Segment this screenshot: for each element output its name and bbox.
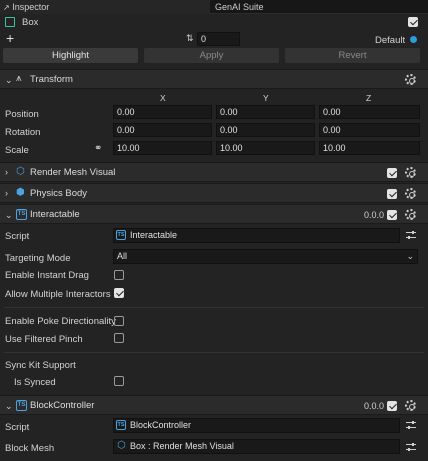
mesh-icon: ⬡ [16,166,25,177]
object-icon [5,17,15,27]
position-y-field[interactable]: 0.00 [216,105,315,119]
axis-y-label: Y [263,93,269,103]
interactable-title: Interactable [30,209,80,220]
scale-z-field[interactable]: 10.00 [319,141,420,155]
divider [4,352,424,353]
block-mesh-value: Box : Render Mesh Visual [130,441,234,451]
typescript-icon: TS [116,230,126,240]
interactable-script-label: Script [5,231,30,242]
render-mesh-enabled-checkbox[interactable] [387,168,397,178]
scale-y-field[interactable]: 10.00 [216,141,315,155]
block-script-value: BlockController [130,420,192,430]
apply-button[interactable]: Apply [144,48,279,63]
chevron-down-icon: ⌄ [5,210,13,220]
filtered-pinch-label: Use Filtered Pinch [5,334,83,345]
chevron-right-icon: › [5,167,8,177]
gear-icon[interactable] [405,400,416,411]
position-x-field[interactable]: 0.00 [113,105,212,119]
link-icon[interactable]: ⚭ [94,143,102,154]
transform-title: Transform [30,74,73,85]
chevron-down-icon: ⌄ [406,251,414,261]
revert-button[interactable]: Revert [285,48,420,63]
typescript-icon: TS [16,209,27,220]
rotation-y-field[interactable]: 0.00 [216,123,315,137]
scale-label: Scale [5,145,29,156]
object-enabled-checkbox[interactable] [408,17,418,27]
instant-drag-label: Enable Instant Drag [5,270,89,281]
is-synced-label: Is Synced [14,377,56,388]
position-label: Position [5,109,39,120]
rotation-x-field[interactable]: 0.00 [113,123,212,137]
axis-x-label: X [160,93,166,103]
gear-icon[interactable] [405,74,416,85]
chevron-down-icon: ⌄ [5,401,13,411]
highlight-button[interactable]: Highlight [3,48,138,63]
tab-inspector-label: Inspector [12,2,50,12]
multiple-interactors-label: Allow Multiple Interactors [5,289,111,300]
panel-tabs: ↗ Inspector GenAI Suite [0,0,428,14]
interactable-script-field[interactable]: TS Interactable [113,228,400,243]
layer-sort-icon: ⇅ [186,33,194,43]
layer-label[interactable]: Default [375,35,405,46]
inspector-icon: ↗ [3,3,10,12]
gear-icon[interactable] [405,188,416,199]
rotation-label: Rotation [5,127,41,138]
mesh-icon: ⬡ [117,440,126,451]
physics-body-section-header[interactable]: › ⬢ Physics Body [0,183,428,203]
interactable-enabled-checkbox[interactable] [387,210,397,220]
interactable-script-value: Interactable [130,230,178,240]
block-controller-version: 0.0.0 [364,401,385,411]
block-controller-enabled-checkbox[interactable] [387,401,397,411]
targeting-mode-value: All [117,251,128,261]
filtered-pinch-checkbox[interactable] [114,333,124,343]
sliders-icon[interactable] [406,231,416,239]
physics-body-enabled-checkbox[interactable] [387,189,397,199]
is-synced-checkbox[interactable] [114,376,124,386]
physics-body-title: Physics Body [30,188,88,199]
layer-color-dot [410,36,417,43]
position-z-field[interactable]: 0.00 [319,105,420,119]
instant-drag-checkbox[interactable] [114,270,124,280]
transform-icon: ⩚ [16,73,22,84]
sliders-icon[interactable] [406,443,416,451]
chevron-down-icon: ⌄ [5,75,13,85]
sliders-icon[interactable] [406,421,416,429]
block-controller-section-header[interactable]: ⌄ TS BlockController 0.0.0 [0,395,428,415]
targeting-mode-label: Targeting Mode [5,253,71,264]
multiple-interactors-checkbox[interactable] [114,288,124,298]
targeting-mode-select[interactable]: All ⌄ [113,249,418,264]
block-mesh-label: Block Mesh [5,443,55,454]
gear-icon[interactable] [405,167,416,178]
interactable-section-header[interactable]: ⌄ TS Interactable 0.0.0 [0,204,428,224]
add-component-icon[interactable]: + [6,31,14,45]
rotation-z-field[interactable]: 0.00 [319,123,420,137]
poke-directionality-checkbox[interactable] [114,316,124,326]
block-mesh-field[interactable]: ⬡ Box : Render Mesh Visual [113,439,400,454]
render-mesh-title: Render Mesh Visual [30,167,116,178]
axis-z-label: Z [366,93,372,103]
chevron-right-icon: › [5,188,8,198]
interactable-version: 0.0.0 [364,210,385,220]
physics-icon: ⬢ [16,187,25,198]
tab-genai-suite[interactable]: GenAI Suite [213,0,428,14]
tab-genai-label: GenAI Suite [215,2,264,12]
typescript-icon: TS [116,420,126,430]
scale-x-field[interactable]: 10.00 [113,141,212,155]
object-name[interactable]: Box [22,17,38,28]
poke-directionality-label: Enable Poke Directionality [5,316,116,327]
sync-kit-header: Sync Kit Support [5,360,76,371]
render-mesh-section-header[interactable]: › ⬡ Render Mesh Visual [0,162,428,182]
tab-inspector[interactable]: ↗ Inspector [0,0,210,14]
divider [4,307,424,308]
gear-icon[interactable] [405,209,416,220]
block-controller-title: BlockController [30,400,95,411]
block-script-field[interactable]: TS BlockController [113,418,400,433]
block-script-label: Script [5,422,30,433]
layer-index-field[interactable]: 0 [197,32,240,46]
transform-section-header[interactable]: ⌄ ⩚ Transform [0,69,428,89]
typescript-icon: TS [16,400,27,411]
